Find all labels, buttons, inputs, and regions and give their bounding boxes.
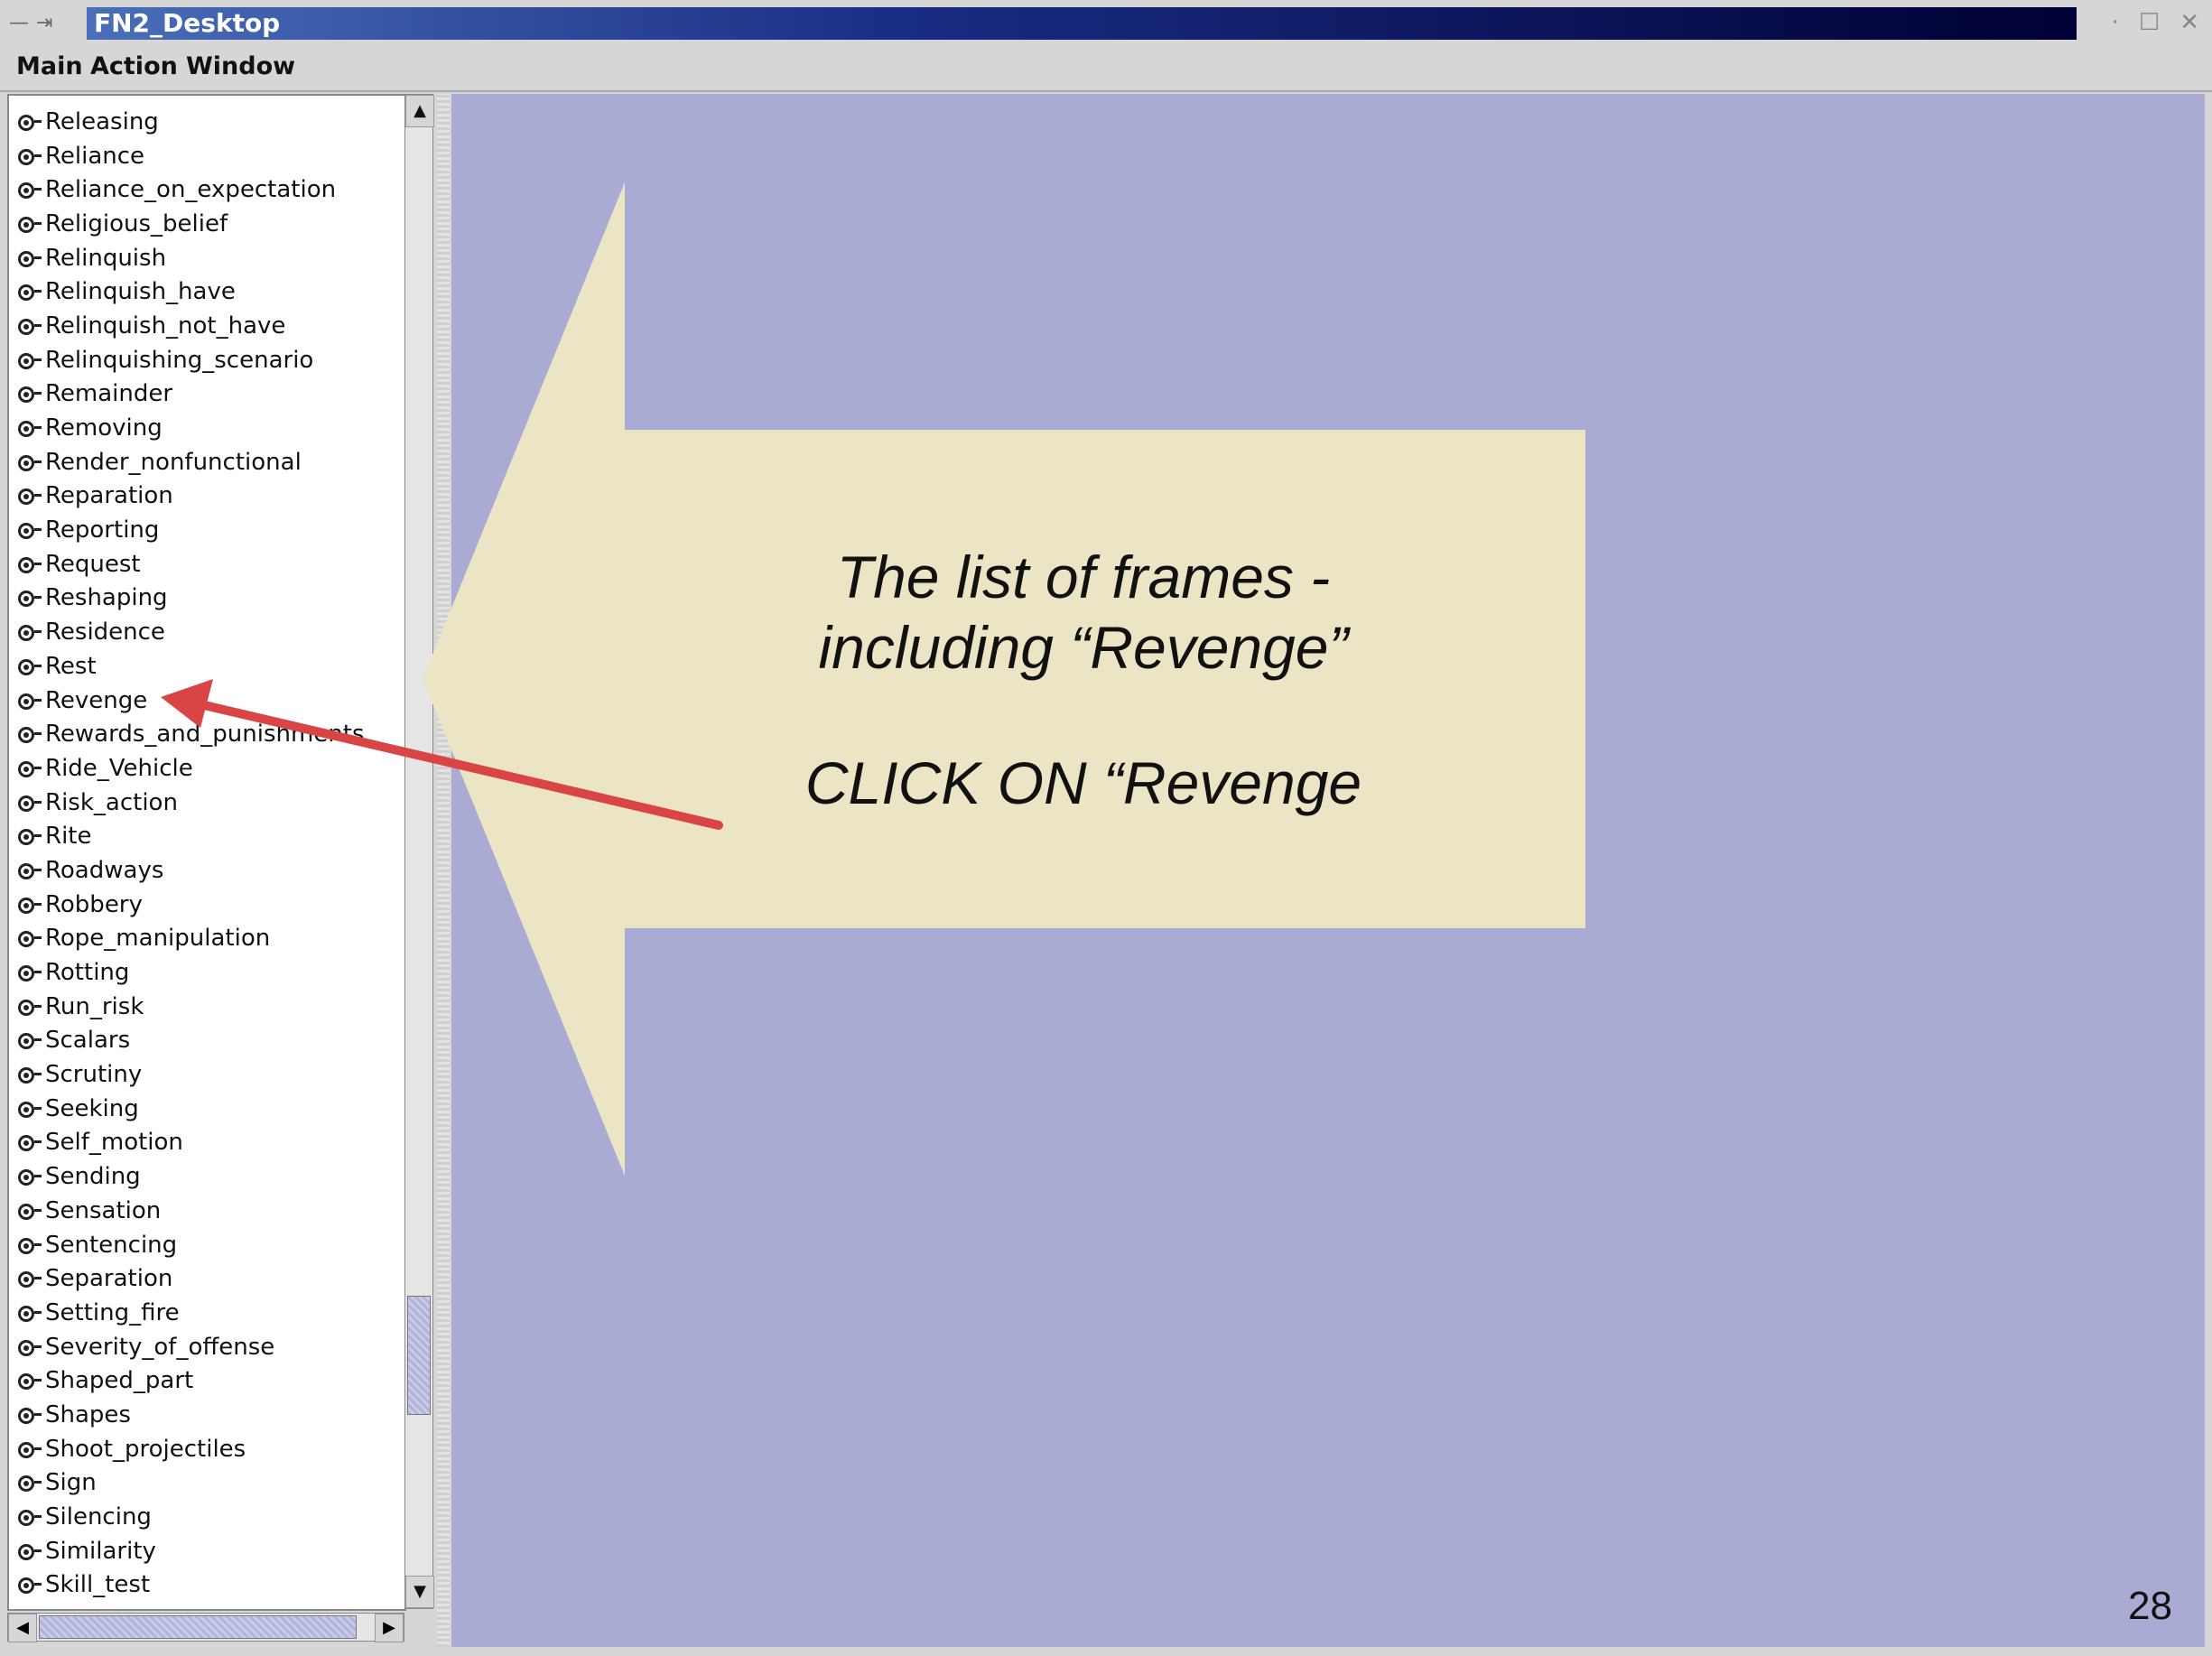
callout-text: The list of frames - including “Revenge”… [623,542,1544,818]
callout-line-2: including “Revenge” [818,614,1349,681]
pointer-arrowhead [161,679,213,728]
application-window: — ⇥ FN2_Desktop · ☐ ✕ Main Action Window… [0,0,2212,1656]
callout-line-1: The list of frames - [836,544,1331,610]
callout-line-3: CLICK ON “Revenge [804,749,1362,816]
callout-overlay [161,182,1585,1176]
